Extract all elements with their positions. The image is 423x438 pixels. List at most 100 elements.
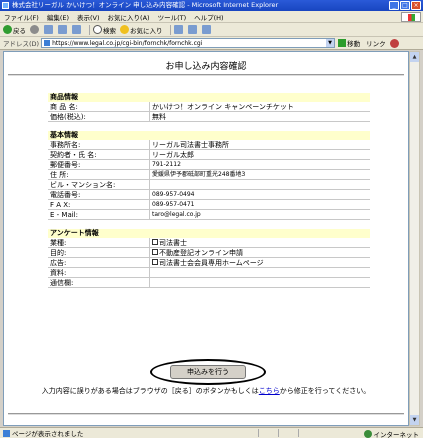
toolbar-separator	[89, 24, 90, 35]
submit-highlight: 申込みを行う	[150, 359, 266, 385]
table-row: 目的: 不動産登記オンライン申請	[48, 248, 370, 258]
scroll-up-icon[interactable]: ▲	[410, 52, 419, 62]
submit-button[interactable]: 申込みを行う	[170, 365, 246, 379]
checkbox-icon	[152, 249, 158, 255]
table-row: ビル・マンション名:	[48, 180, 370, 190]
history-icon	[173, 25, 183, 34]
menu-edit[interactable]: 編集(E)	[47, 12, 69, 22]
toolbar: 戻る 検索 お気に入り	[0, 23, 423, 37]
refresh-icon	[58, 25, 67, 34]
maximize-button[interactable]: □	[400, 1, 410, 10]
row-value: 089-957-0494	[152, 191, 195, 198]
address-url: https://www.legal.co.jp/cgi-bin/fornchk/…	[52, 39, 203, 47]
go-arrow-icon	[338, 39, 347, 47]
favorites-label: お気に入り	[130, 26, 163, 35]
address-bar: アドレス(D) https://www.legal.co.jp/cgi-bin/…	[0, 37, 423, 50]
printer-icon	[201, 25, 211, 34]
row-value: リーガル太郎	[152, 151, 194, 159]
note-text-before: 入力内容に誤りがある場合はブラウザの［戻る］のボタンかもしくは	[41, 387, 259, 395]
forward-arrow-icon	[30, 25, 39, 34]
window-controls: _ □ ×	[389, 1, 421, 10]
windows-logo	[401, 12, 421, 22]
table-row: 商 品 名: かいけつ！オンライン キャンペーンチケット	[48, 102, 370, 112]
menu-file[interactable]: ファイル(F)	[4, 12, 39, 22]
chevron-down-icon[interactable]: ▼	[326, 39, 335, 47]
zone-label: インターネット	[373, 431, 420, 438]
search-button[interactable]: 検索	[93, 25, 116, 35]
row-value: 愛媛県伊予郡砥部町重光248番地3	[152, 171, 246, 178]
menu-favorites[interactable]: お気に入り(A)	[108, 12, 150, 22]
address-input[interactable]: https://www.legal.co.jp/cgi-bin/fornchk/…	[41, 38, 336, 48]
stop-button[interactable]	[44, 25, 54, 34]
forward-button[interactable]	[30, 25, 40, 34]
back-arrow-icon	[3, 25, 12, 34]
close-button[interactable]: ×	[411, 1, 421, 10]
menu-view[interactable]: 表示(V)	[77, 12, 100, 22]
instruction-text: 入力内容に誤りがある場合はブラウザの［戻る］のボタンかもしくはこちらから修正を行…	[4, 386, 408, 396]
favorites-button[interactable]: お気に入り	[120, 25, 163, 35]
row-value-text: 司法書士	[159, 239, 187, 247]
table-row: 契約者・氏 名: リーガル太郎	[48, 150, 370, 160]
status-cell	[258, 429, 278, 437]
refresh-button[interactable]	[58, 25, 68, 34]
section-heading-product: 商品情報	[48, 93, 370, 102]
history-button[interactable]	[173, 25, 184, 34]
go-label: 移動	[347, 40, 361, 48]
status-cell	[278, 429, 298, 437]
row-label: 事務所名:	[48, 140, 150, 149]
table-row: 電話番号: 089-957-0494	[48, 190, 370, 200]
row-label: 郵便番号:	[48, 160, 150, 169]
row-label: 契約者・氏 名:	[48, 150, 150, 159]
status-cell	[298, 429, 318, 437]
menu-tools[interactable]: ツール(T)	[158, 12, 187, 22]
go-button[interactable]: 移動	[338, 38, 360, 48]
toolbar-separator	[169, 24, 171, 35]
row-value-text: 司法書士会会員専用ホームページ	[159, 259, 264, 267]
back-label: 戻る	[13, 26, 26, 35]
divider	[8, 74, 404, 76]
row-label: 住 所:	[48, 170, 150, 179]
window-title: 株式会社リーガル かいけつ！オンライン 申し込み内容確認 - Microsoft…	[12, 1, 279, 9]
row-value-text: 不動産登記オンライン申請	[159, 249, 243, 257]
home-button[interactable]	[72, 25, 82, 34]
row-value: 司法書士	[150, 238, 370, 247]
row-value: 791-2112	[152, 161, 181, 168]
row-label: 業種:	[48, 238, 150, 247]
table-row: 事務所名: リーガル司法書士事務所	[48, 140, 370, 150]
status-text: ページが表示されました	[12, 430, 84, 438]
minimize-button[interactable]: _	[389, 1, 399, 10]
menu-help[interactable]: ヘルプ(H)	[194, 12, 223, 22]
home-icon	[72, 25, 81, 34]
row-value	[150, 278, 370, 287]
section-heading-basic: 基本情報	[48, 131, 370, 140]
address-label: アドレス(D)	[3, 40, 40, 48]
globe-icon	[363, 430, 372, 438]
row-value	[150, 180, 370, 189]
fix-link[interactable]: こちら	[259, 387, 280, 395]
row-label: E - Mail:	[48, 210, 150, 219]
scroll-down-icon[interactable]: ▼	[410, 415, 419, 425]
toolbar-extra-icon[interactable]	[389, 38, 399, 48]
table-row: E - Mail: taro@legal.co.jp	[48, 210, 370, 220]
print-button[interactable]	[201, 25, 212, 34]
mail-icon	[187, 25, 197, 34]
mail-button[interactable]	[187, 25, 198, 34]
divider	[8, 413, 404, 415]
back-button[interactable]: 戻る	[3, 25, 26, 35]
row-value: 無料	[152, 113, 166, 121]
links-button[interactable]: リンク	[366, 38, 386, 48]
row-value: 089-957-0471	[152, 201, 195, 208]
row-label: F A X:	[48, 200, 150, 209]
row-value: リーガル司法書士事務所	[152, 141, 229, 149]
row-label: 価格(税込):	[48, 112, 150, 121]
search-icon	[93, 25, 102, 34]
security-zone: インターネット	[363, 429, 420, 438]
row-label: 資料:	[48, 268, 150, 277]
confirmation-table: 商品情報 商 品 名: かいけつ！オンライン キャンペーンチケット 価格(税込)…	[48, 93, 370, 288]
vertical-scrollbar[interactable]: ▲ ▼	[409, 51, 420, 426]
stop-icon	[44, 25, 53, 34]
table-row: 業種: 司法書士	[48, 238, 370, 248]
row-label: 電話番号:	[48, 190, 150, 199]
